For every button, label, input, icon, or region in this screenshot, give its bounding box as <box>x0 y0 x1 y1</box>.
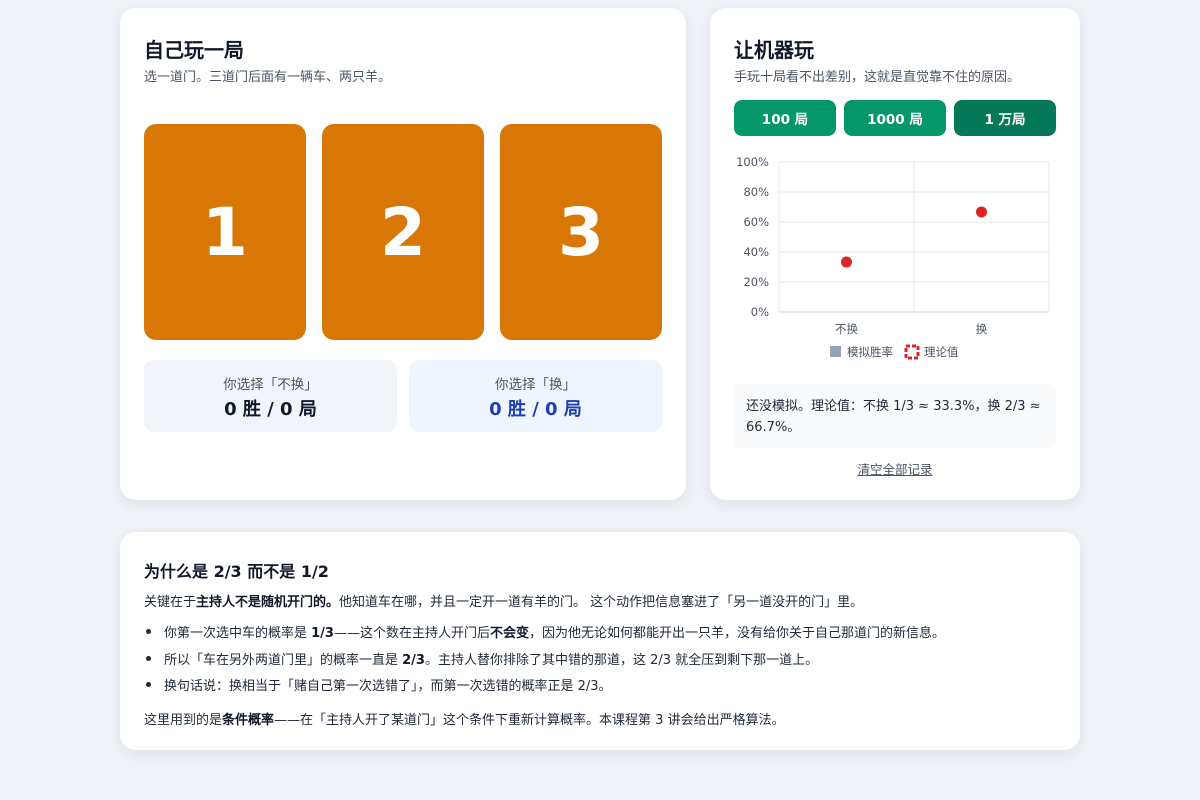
simulate-100-button[interactable]: 100 局 <box>734 100 836 136</box>
explain-bullet: 所以「车在另外两道门里」的概率一直是 2/3。主持人替你排除了其中错的那道，这 … <box>145 649 819 668</box>
play-subtitle: 选一道门。三道门后面有一辆车、两只羊。 <box>144 70 392 85</box>
text-segment: 。主持人替你排除了其中错的那道，这 2/3 就全压到剩下那一道上。 <box>424 653 819 668</box>
simulation-note: 还没模拟。理论值：不换 1/3 ≈ 33.3%，换 2/3 ≈ 66.7%。 <box>734 384 1056 448</box>
theory-point <box>976 206 987 218</box>
y-tick-label: 60% <box>743 215 769 229</box>
text-segment: ——这个数在主持人开门后 <box>333 626 490 641</box>
text-segment: 他知道车在哪，并且一定开一道有羊的门。 这个动作把信息塞进了「另一道没开的门」里… <box>339 595 864 610</box>
door-1[interactable]: 1 <box>144 124 306 340</box>
emphasis-text: 条件概率 <box>222 713 275 728</box>
clear-records-link[interactable]: 清空全部记录 <box>710 459 1080 478</box>
emphasis-text: 主持人不是随机开门的。 <box>196 595 340 610</box>
explain-intro: 关键在于主持人不是随机开门的。他知道车在哪，并且一定开一道有羊的门。 这个动作把… <box>144 591 863 610</box>
y-tick-label: 20% <box>743 275 769 289</box>
switch-stats: 你选择「换」 0 胜 / 0 局 <box>409 360 662 432</box>
play-title: 自己玩一局 <box>144 38 244 62</box>
legend-label-theory: 理论值 <box>924 345 959 359</box>
legend-swatch-theory <box>904 344 920 360</box>
simulate-10000-button[interactable]: 1 万局 <box>954 100 1056 136</box>
text-segment: 你第一次选中车的概率是 <box>164 626 312 641</box>
switch-stats-label: 你选择「换」 <box>495 377 576 393</box>
stay-stats: 你选择「不换」 0 胜 / 0 局 <box>144 360 397 432</box>
explain-bullet: 你第一次选中车的概率是 1/3——这个数在主持人开门后不会变，因为他无论如何都能… <box>145 622 946 641</box>
x-tick-label: 不换 <box>835 322 858 336</box>
stay-stats-value: 0 胜 / 0 局 <box>224 399 317 420</box>
door-2[interactable]: 2 <box>322 124 484 340</box>
simulate-1000-button[interactable]: 1000 局 <box>844 100 946 136</box>
play-card: 自己玩一局 选一道门。三道门后面有一辆车、两只羊。 1 2 3 你选择「不换」 … <box>120 8 686 500</box>
door-3[interactable]: 3 <box>500 124 662 340</box>
y-tick-label: 100% <box>736 155 769 169</box>
text-segment: 所以「车在另外两道门里」的概率一直是 <box>164 653 403 668</box>
explain-title: 为什么是 2/3 而不是 1/2 <box>144 562 329 581</box>
sim-subtitle: 手玩十局看不出差别，这就是直觉靠不住的原因。 <box>734 70 1021 85</box>
explanation-card: 为什么是 2/3 而不是 1/2 关键在于主持人不是随机开门的。他知道车在哪，并… <box>120 532 1080 750</box>
y-tick-label: 40% <box>743 245 769 259</box>
stay-stats-label: 你选择「不换」 <box>223 377 318 393</box>
emphasis-text: 2/3 <box>402 653 425 668</box>
text-segment: ，因为他无论如何都能开出一只羊，没有给你关于自己那道门的新信息。 <box>529 626 946 641</box>
legend-swatch-simulated <box>830 346 841 357</box>
text-segment: ——在「主持人开了某道门」这个条件下重新计算概率。本课程第 3 讲会给出严格算法… <box>274 713 785 728</box>
legend-label-simulated: 模拟胜率 <box>847 345 893 359</box>
y-tick-label: 80% <box>743 185 769 199</box>
explain-outro: 这里用到的是条件概率——在「主持人开了某道门」这个条件下重新计算概率。本课程第 … <box>144 709 785 728</box>
text-segment: 换句话说：换相当于「赌自己第一次选错了」，而第一次选错的概率正是 2/3。 <box>164 679 612 694</box>
text-segment: 这里用到的是 <box>144 713 223 728</box>
explain-bullet: 换句话说：换相当于「赌自己第一次选错了」，而第一次选错的概率正是 2/3。 <box>146 675 612 694</box>
theory-point <box>841 256 852 268</box>
switch-stats-value: 0 胜 / 0 局 <box>489 399 582 420</box>
emphasis-text: 不会变 <box>490 626 530 641</box>
win-rate-chart: 0% 20% 40% 60% 80% 100% 不换 换模拟胜率 理论值 <box>736 155 1050 360</box>
y-tick-label: 0% <box>751 305 769 319</box>
text-segment: 关键在于 <box>144 595 197 610</box>
simulation-card: 让机器玩 手玩十局看不出差别，这就是直觉靠不住的原因。 100 局 1000 局… <box>710 8 1080 500</box>
sim-title: 让机器玩 <box>734 38 814 62</box>
x-tick-label: 换 <box>976 322 988 336</box>
emphasis-text: 1/3 <box>311 626 334 641</box>
